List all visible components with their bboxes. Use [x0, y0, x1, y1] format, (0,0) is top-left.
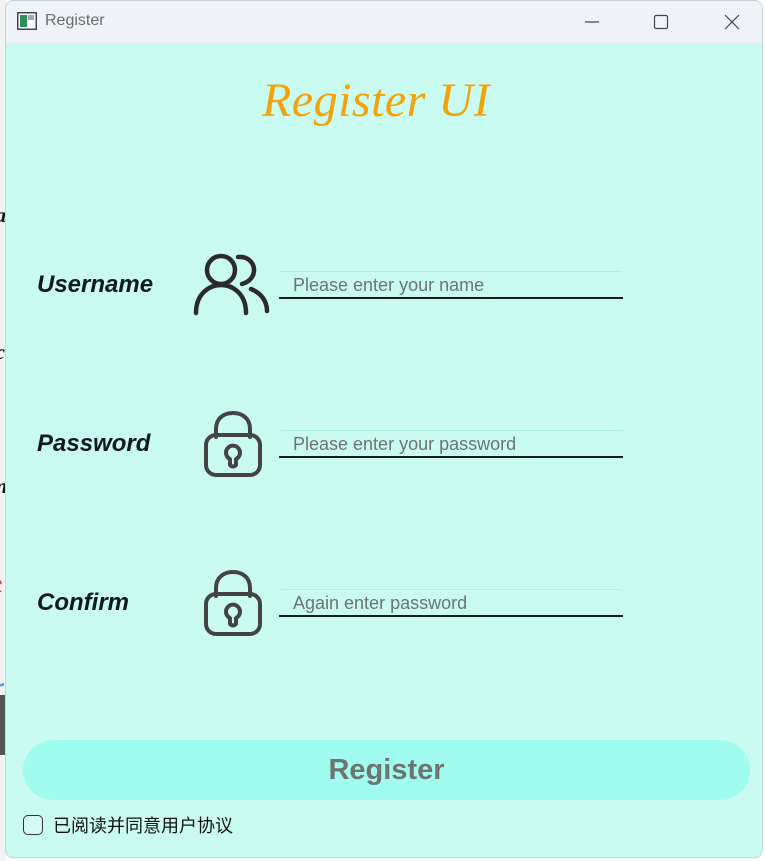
username-input[interactable]: [279, 271, 623, 299]
maximize-icon: [653, 14, 669, 30]
password-input[interactable]: [279, 430, 623, 458]
window-title: Register: [45, 12, 105, 29]
agreement-checkbox[interactable]: [23, 815, 43, 835]
minimize-button[interactable]: [562, 1, 622, 43]
agreement-checkbox-row[interactable]: 已阅读并同意用户协议: [23, 812, 233, 838]
close-button[interactable]: [702, 1, 762, 43]
lock-icon: [204, 411, 262, 477]
agreement-label[interactable]: 已阅读并同意用户协议: [53, 812, 233, 838]
minimize-icon: [585, 21, 599, 23]
register-button[interactable]: Register: [23, 740, 750, 800]
password-label: Password: [37, 430, 151, 457]
lock-icon: [204, 570, 262, 636]
username-label: Username: [37, 271, 154, 298]
close-icon: [724, 14, 740, 30]
maximize-button[interactable]: [631, 1, 691, 43]
register-window: Register Register UI Username Please ent…: [5, 0, 763, 858]
app-icon: [17, 12, 37, 30]
form-heading: Register UI: [261, 74, 491, 127]
confirm-label: Confirm: [37, 589, 129, 616]
confirm-password-input[interactable]: [279, 589, 623, 617]
title-bar[interactable]: Register: [6, 1, 762, 43]
users-icon: [193, 253, 270, 316]
